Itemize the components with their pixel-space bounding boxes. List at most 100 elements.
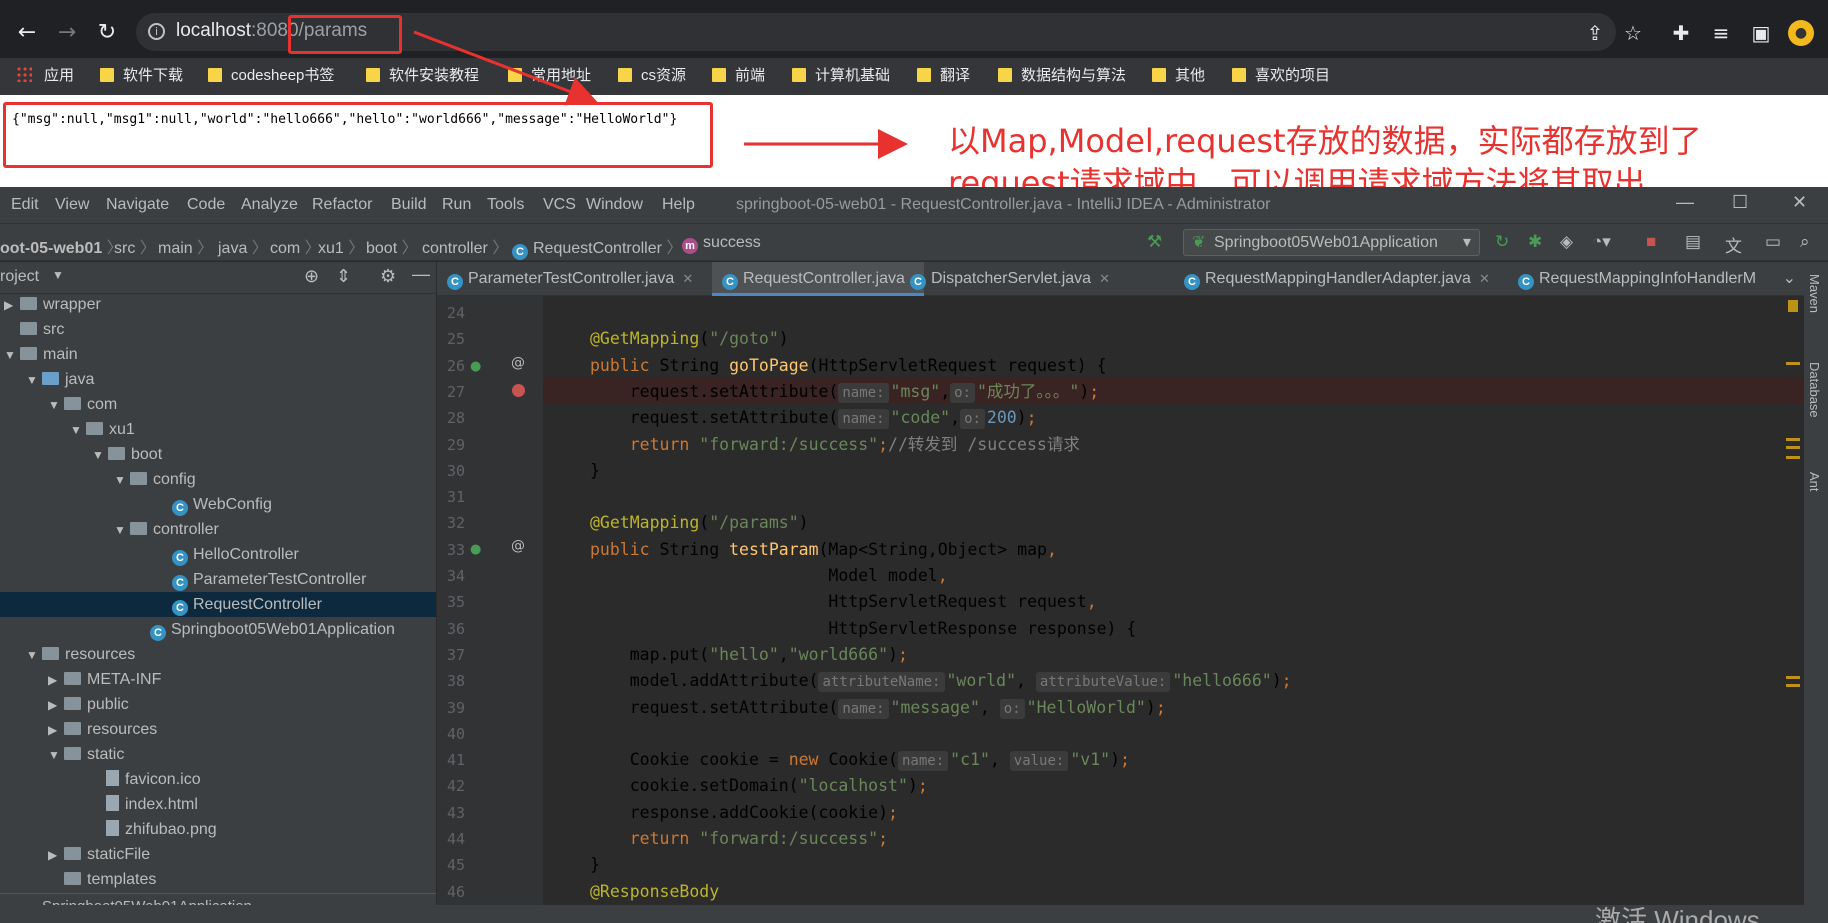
tree-item-controller[interactable]: ▼ controller (0, 517, 436, 542)
chevron-down-icon[interactable]: ▼ (26, 368, 40, 393)
menu-navigate[interactable]: Navigate (106, 196, 169, 214)
breadcrumb-item[interactable]: oot-05-web01 〉 (0, 234, 123, 258)
layout-icon[interactable]: ▭ (1765, 232, 1781, 252)
chevron-right-icon[interactable]: ▶ (48, 693, 62, 718)
bookmark-item[interactable]: 常用地址 (508, 62, 591, 90)
close-tab-icon[interactable]: ✕ (1479, 271, 1490, 286)
close-icon[interactable]: ✕ (1792, 192, 1807, 213)
tree-item-staticfile[interactable]: ▶ staticFile (0, 842, 436, 867)
chevron-right-icon[interactable]: ▶ (48, 718, 62, 743)
tree-item-com[interactable]: ▼ com (0, 392, 436, 417)
chevron-down-icon[interactable]: ▼ (70, 418, 84, 443)
stop-icon[interactable]: ■ (1646, 232, 1656, 252)
breakpoint-icon[interactable] (512, 384, 525, 397)
breadcrumb-item[interactable]: xu1 〉 (318, 234, 364, 258)
maximize-icon[interactable]: ☐ (1732, 192, 1748, 213)
tree-item-parametertestcontroller[interactable]: C ParameterTestController (0, 567, 436, 592)
bookmark-item[interactable]: 应用 (16, 62, 74, 90)
spring-bean-icon[interactable]: ● (470, 359, 481, 374)
menu-edit[interactable]: Edit (11, 196, 39, 214)
tree-item-wrapper[interactable]: ▶ wrapper (0, 292, 436, 317)
share-icon[interactable]: ⇪ (1582, 20, 1608, 46)
rerun-icon[interactable]: ↻ (1495, 232, 1509, 252)
tree-item-favicon-ico[interactable]: favicon.ico (0, 767, 436, 792)
run-config-select[interactable]: ❦ Springboot05Web01Application ▾ (1183, 229, 1480, 256)
translate-icon[interactable]: 文 (1725, 232, 1742, 257)
search-icon[interactable]: ⌕ (1800, 232, 1810, 252)
bookmark-item[interactable]: 其他 (1152, 62, 1205, 90)
chevron-right-icon[interactable]: ▶ (48, 668, 62, 693)
tree-item-src[interactable]: src (0, 317, 436, 342)
tree-item-resources[interactable]: ▼ resources (0, 642, 436, 667)
side-panel-icon[interactable]: ▣ (1748, 20, 1774, 46)
tree-item-meta-inf[interactable]: ▶ META-INF (0, 667, 436, 692)
bookmark-item[interactable]: 喜欢的项目 (1232, 62, 1330, 90)
tree-item-config[interactable]: ▼ config (0, 467, 436, 492)
breadcrumb-item[interactable]: main 〉 (158, 234, 213, 258)
close-tab-icon[interactable]: ✕ (1099, 271, 1110, 286)
hide-panel-icon[interactable]: — (412, 264, 430, 285)
breadcrumb-item[interactable]: com 〉 (270, 234, 321, 258)
menu-run[interactable]: Run (442, 196, 471, 214)
bookmark-item[interactable]: 数据结构与算法 (998, 62, 1126, 90)
menu-help[interactable]: Help (662, 196, 695, 214)
chevron-right-icon[interactable]: ▶ (4, 293, 18, 318)
chevron-down-icon[interactable]: ▼ (4, 343, 18, 368)
bookmark-item[interactable]: 软件安装教程 (366, 62, 479, 90)
menu-window[interactable]: Window (586, 196, 643, 214)
menu-tools[interactable]: Tools (487, 196, 524, 214)
chevron-down-icon[interactable]: ▼ (92, 443, 106, 468)
collapse-all-icon[interactable]: ⇕ (336, 266, 351, 287)
back-button[interactable]: ← (12, 18, 42, 48)
chevron-down-icon[interactable]: ▼ (26, 643, 40, 668)
menu-analyze[interactable]: Analyze (241, 196, 298, 214)
spring-bean-icon[interactable]: ● (470, 542, 481, 557)
bookmark-item[interactable]: 翻译 (917, 62, 970, 90)
tree-item-templates[interactable]: templates (0, 867, 436, 892)
menu-code[interactable]: Code (187, 196, 225, 214)
tabs-overflow-chevron-icon[interactable]: ⌄ (1783, 268, 1796, 288)
profile-run-icon[interactable]: ◔▾ (1592, 232, 1611, 252)
editor-tab[interactable]: C ParameterTestController.java ✕ (437, 262, 693, 296)
bookmark-item[interactable]: cs资源 (618, 62, 686, 90)
menu-build[interactable]: Build (391, 196, 427, 214)
tree-item-main[interactable]: ▼ main (0, 342, 436, 367)
reload-button[interactable]: ↻ (92, 18, 122, 48)
project-structure-icon[interactable]: ▤ (1685, 232, 1701, 252)
chevron-right-icon[interactable]: ▶ (48, 843, 62, 868)
tree-item-hellocontroller[interactable]: C HelloController (0, 542, 436, 567)
breadcrumb-item[interactable]: boot 〉 (366, 234, 418, 258)
site-info-icon[interactable]: i (148, 23, 165, 40)
tree-item-webconfig[interactable]: C WebConfig (0, 492, 436, 517)
forward-button[interactable]: → (52, 18, 82, 48)
breadcrumb-item[interactable]: java 〉 (218, 234, 268, 258)
tree-item-zhifubao-png[interactable]: zhifubao.png (0, 817, 436, 842)
editor-tab[interactable]: C RequestMappingInfoHandlerM (1508, 262, 1756, 296)
reading-list-icon[interactable]: ≡ (1708, 20, 1734, 46)
locate-icon[interactable]: ⊕ (304, 266, 319, 287)
tree-item-xu1[interactable]: ▼ xu1 (0, 417, 436, 442)
bookmark-item[interactable]: codesheep书签 (208, 62, 334, 90)
breadcrumb-item[interactable]: controller 〉 (422, 234, 508, 258)
editor-tab[interactable]: C RequestMappingHandlerAdapter.java ✕ (1174, 262, 1490, 296)
project-view-select[interactable]: roject (0, 268, 39, 286)
chevron-down-icon[interactable]: ▼ (48, 743, 62, 768)
chevron-down-icon[interactable]: ▼ (52, 268, 64, 282)
tree-item-requestcontroller[interactable]: C RequestController (0, 592, 436, 617)
tree-item-index-html[interactable]: index.html (0, 792, 436, 817)
coverage-icon[interactable]: ◈ (1560, 232, 1573, 252)
tree-item-resources[interactable]: ▶ resources (0, 717, 436, 742)
menu-vcs[interactable]: VCS (543, 196, 576, 214)
breadcrumb-item[interactable]: C RequestController 〉 (512, 234, 682, 260)
breadcrumb-item[interactable]: m success (682, 234, 761, 254)
profile-avatar[interactable]: ● (1788, 20, 1814, 46)
bookmark-item[interactable]: 前端 (712, 62, 765, 90)
tree-item-boot[interactable]: ▼ boot (0, 442, 436, 467)
bookmark-item[interactable]: 软件下载 (100, 62, 183, 90)
ant-tool[interactable]: Ant (1807, 472, 1822, 492)
database-tool[interactable]: Database (1807, 362, 1822, 418)
maven-tool[interactable]: Maven (1807, 274, 1822, 313)
bookmark-star-icon[interactable]: ☆ (1620, 20, 1646, 46)
minimize-icon[interactable]: — (1676, 192, 1694, 213)
request-mapping-icon[interactable]: @ (511, 355, 525, 371)
